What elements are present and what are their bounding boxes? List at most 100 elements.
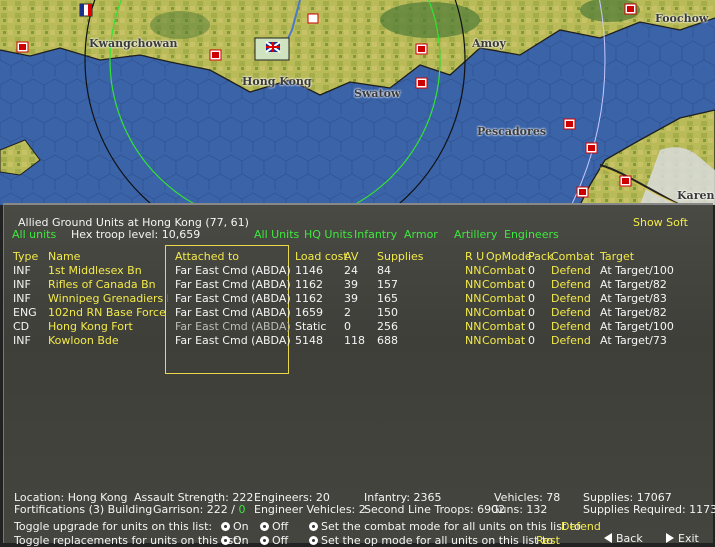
row-target: At Target/100: [600, 264, 674, 277]
col-attached[interactable]: Attached to: [175, 250, 239, 263]
col-combat[interactable]: Combat: [551, 250, 594, 263]
toggle-replacements-label: Toggle replacements for units on this li…: [14, 534, 242, 547]
summary-guns: Guns: 132: [491, 503, 548, 516]
row-load-cost: 5148: [295, 334, 323, 347]
row-supplies: 157: [377, 278, 398, 291]
row-combat[interactable]: Defend: [551, 320, 591, 333]
row-type: INF: [13, 334, 31, 347]
row-attached: Far East Cmd (ABDA): [175, 334, 291, 347]
col-name[interactable]: Name: [48, 250, 80, 263]
row-name[interactable]: Hong Kong Fort: [48, 320, 133, 333]
show-soft-button[interactable]: Show Soft: [633, 216, 688, 229]
row-name[interactable]: 102nd RN Base Force: [48, 306, 166, 319]
row-opmode[interactable]: Combat: [482, 306, 525, 319]
filter-engineers[interactable]: Engineers: [504, 228, 559, 241]
summary-fortifications: Fortifications (3) Building: [14, 503, 153, 516]
col-supplies[interactable]: Supplies: [377, 250, 424, 263]
col-ru[interactable]: R U: [465, 250, 484, 263]
map-label-hong-kong: Hong Kong: [242, 75, 312, 88]
back-button[interactable]: Back: [604, 532, 643, 545]
radio-icon: [221, 522, 230, 531]
row-supplies: 165: [377, 292, 398, 305]
row-attached: Far East Cmd (ABDA): [175, 264, 291, 277]
row-pack: 0: [528, 334, 535, 347]
col-load-cost[interactable]: Load cost: [295, 250, 348, 263]
col-target[interactable]: Target: [600, 250, 634, 263]
col-opmode[interactable]: OpMode: [486, 250, 532, 263]
row-supplies: 84: [377, 264, 391, 277]
row-ru: NN: [465, 320, 482, 333]
filter-armor[interactable]: Armor: [404, 228, 438, 241]
row-pack: 0: [528, 264, 535, 277]
row-opmode[interactable]: Combat: [482, 264, 525, 277]
replacements-off-button[interactable]: Off: [260, 534, 288, 547]
exit-button[interactable]: Exit: [666, 532, 699, 545]
map-label-pescadores: Pescadores: [477, 125, 547, 138]
row-opmode[interactable]: Combat: [482, 334, 525, 347]
filter-infantry[interactable]: Infantry: [354, 228, 397, 241]
row-pack: 0: [528, 292, 535, 305]
row-pack: 0: [528, 306, 535, 319]
col-av[interactable]: AV: [344, 250, 358, 263]
row-load-cost: 1659: [295, 306, 323, 319]
radio-icon: [309, 522, 318, 531]
col-type[interactable]: Type: [13, 250, 38, 263]
row-name[interactable]: 1st Middlesex Bn: [48, 264, 142, 277]
row-load-cost: 1162: [295, 278, 323, 291]
filter-artillery[interactable]: Artillery: [454, 228, 497, 241]
map-label-karen: Karen: [677, 189, 715, 202]
radio-icon: [260, 522, 269, 531]
row-attached: Far East Cmd (ABDA): [175, 320, 291, 333]
row-combat[interactable]: Defend: [551, 264, 591, 277]
summary-engineer-vehicles: Engineer Vehicles: 2: [254, 503, 366, 516]
strategic-map[interactable]: Kwangchowan Hong Kong Swatow Amoy Pescad…: [0, 0, 715, 205]
row-target: At Target/82: [600, 306, 667, 319]
filter-all-units[interactable]: All Units: [254, 228, 299, 241]
combat-mode-value[interactable]: Defend: [561, 520, 601, 533]
back-arrow-icon: [604, 533, 612, 543]
set-op-mode-button[interactable]: Set the op mode for all units on this li…: [309, 534, 553, 547]
row-pack: 0: [528, 278, 535, 291]
radio-icon: [260, 536, 269, 545]
row-name[interactable]: Rifles of Canada Bn: [48, 278, 156, 291]
row-supplies: 150: [377, 306, 398, 319]
col-pack[interactable]: Pack: [528, 250, 553, 263]
filter-hq-units[interactable]: HQ Units: [304, 228, 353, 241]
row-supplies: 256: [377, 320, 398, 333]
upgrade-on-button[interactable]: On: [221, 520, 249, 533]
map-canvas[interactable]: [0, 0, 715, 205]
row-target: At Target/73: [600, 334, 667, 347]
row-load-cost: 1146: [295, 264, 323, 277]
row-attached: Far East Cmd (ABDA): [175, 278, 291, 291]
upgrade-off-button[interactable]: Off: [260, 520, 288, 533]
row-name[interactable]: Winnipeg Grenadiers Bn: [48, 292, 168, 305]
exit-arrow-icon: [666, 533, 674, 543]
row-load-cost: Static: [295, 320, 327, 333]
replacements-on-button[interactable]: On: [221, 534, 249, 547]
row-av: 24: [344, 264, 358, 277]
op-mode-value[interactable]: Rest: [536, 534, 560, 547]
row-av: 2: [344, 306, 351, 319]
row-combat[interactable]: Defend: [551, 292, 591, 305]
map-label-kwangchowan: Kwangchowan: [89, 37, 178, 50]
row-target: At Target/100: [600, 320, 674, 333]
map-label-foochow: Foochow: [655, 12, 709, 25]
row-opmode[interactable]: Combat: [482, 320, 525, 333]
row-opmode[interactable]: Combat: [482, 292, 525, 305]
row-av: 0: [344, 320, 351, 333]
radio-icon: [221, 536, 230, 545]
row-opmode[interactable]: Combat: [482, 278, 525, 291]
row-name[interactable]: Kowloon Bde: [48, 334, 119, 347]
row-ru: NN: [465, 264, 482, 277]
row-type: INF: [13, 278, 31, 291]
ground-units-panel: Allied Ground Units at Hong Kong (77, 61…: [3, 203, 715, 547]
row-av: 39: [344, 278, 358, 291]
all-units-toggle[interactable]: All units: [12, 228, 56, 241]
row-av: 118: [344, 334, 365, 347]
row-ru: NN: [465, 278, 482, 291]
row-combat[interactable]: Defend: [551, 306, 591, 319]
row-combat[interactable]: Defend: [551, 334, 591, 347]
row-combat[interactable]: Defend: [551, 278, 591, 291]
row-type: CD: [13, 320, 30, 333]
set-combat-mode-button[interactable]: Set the combat mode for all units on thi…: [309, 520, 581, 533]
